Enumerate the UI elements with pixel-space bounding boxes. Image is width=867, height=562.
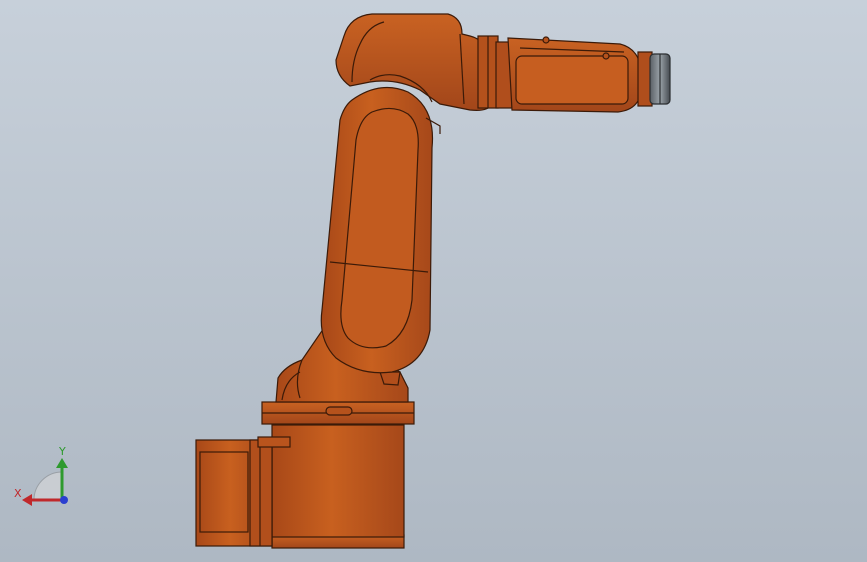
- wrist-flange: [637, 51, 671, 107]
- robot-arm-model[interactable]: Y X: [0, 0, 867, 562]
- robot-base: [195, 401, 415, 549]
- triad-plane: [33, 471, 63, 501]
- lower-arm: [320, 86, 441, 374]
- triad-z-axis: [60, 496, 68, 504]
- base-cylinder: [271, 424, 405, 538]
- graphics-viewport[interactable]: Y X: [0, 0, 867, 562]
- reference-triad: Y X: [14, 445, 68, 506]
- forearm: [495, 36, 641, 113]
- triad-x-label: X: [14, 487, 22, 500]
- triad-y-label: Y: [58, 445, 66, 458]
